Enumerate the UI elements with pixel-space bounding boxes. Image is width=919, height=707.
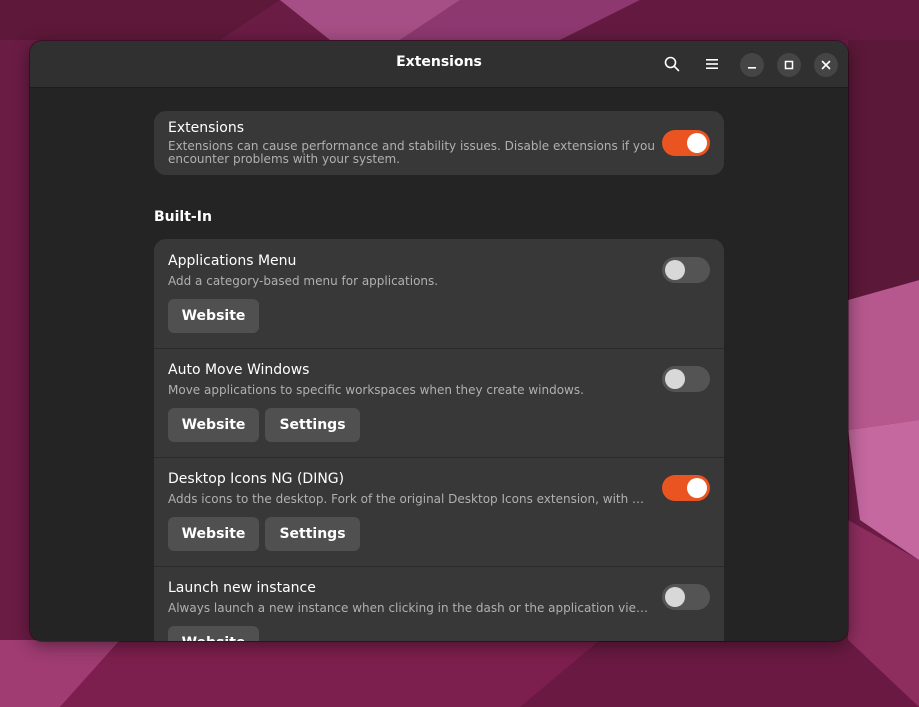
website-button[interactable]: Website (168, 626, 259, 641)
maximize-button[interactable] (777, 53, 801, 77)
search-icon (664, 56, 680, 72)
website-button[interactable]: Website (168, 299, 259, 333)
extension-description: Move applications to specific workspaces… (168, 383, 584, 397)
switch-knob (687, 478, 707, 498)
switch-knob (665, 369, 685, 389)
close-icon (821, 60, 831, 70)
built-in-extension-list: Applications Menu Add a category-based m… (154, 239, 724, 641)
extension-name: Auto Move Windows (168, 362, 310, 378)
website-button[interactable]: Website (168, 408, 259, 442)
header-bar: Extensions (30, 41, 848, 88)
extensions-window: Extensions Extensions Extensions can cau… (30, 41, 848, 641)
extension-description: Always launch a new instance when clicki… (168, 601, 648, 615)
extension-row-launch-new-instance: Launch new instance Always launch a new … (154, 566, 724, 641)
extension-row-auto-move-windows: Auto Move Windows Move applications to s… (154, 348, 724, 458)
extension-description: Adds icons to the desktop. Fork of the o… (168, 492, 648, 506)
hamburger-menu-icon (706, 59, 718, 69)
extensions-page: Extensions Extensions can cause performa… (30, 88, 848, 641)
global-extensions-card: Extensions Extensions can cause performa… (154, 111, 724, 175)
extension-switch-desktop-icons-ng[interactable] (662, 475, 710, 501)
extension-name: Launch new instance (168, 580, 316, 596)
extension-row-applications-menu: Applications Menu Add a category-based m… (154, 239, 724, 349)
minimize-button[interactable] (740, 53, 764, 77)
extension-switch-launch-new-instance[interactable] (662, 584, 710, 610)
switch-knob (665, 587, 685, 607)
maximize-icon (784, 60, 794, 70)
switch-knob (665, 260, 685, 280)
global-extensions-title: Extensions (168, 120, 245, 136)
extension-name: Applications Menu (168, 253, 297, 269)
global-extensions-switch[interactable] (662, 130, 710, 156)
section-heading-built-in: Built-In (154, 209, 212, 225)
search-button[interactable] (657, 49, 687, 79)
extension-description: Add a category-based menu for applicatio… (168, 274, 439, 288)
switch-knob (687, 133, 707, 153)
extension-row-desktop-icons-ng: Desktop Icons NG (DING) Adds icons to th… (154, 457, 724, 567)
extension-switch-auto-move-windows[interactable] (662, 366, 710, 392)
extension-switch-applications-menu[interactable] (662, 257, 710, 283)
main-menu-button[interactable] (697, 49, 727, 79)
global-extensions-warning-line2: encounter problems with your system. (168, 152, 400, 166)
extension-name: Desktop Icons NG (DING) (168, 471, 345, 487)
website-button[interactable]: Website (168, 517, 259, 551)
settings-button[interactable]: Settings (265, 408, 360, 442)
settings-button[interactable]: Settings (265, 517, 360, 551)
close-button[interactable] (814, 53, 838, 77)
minimize-icon (748, 67, 756, 69)
